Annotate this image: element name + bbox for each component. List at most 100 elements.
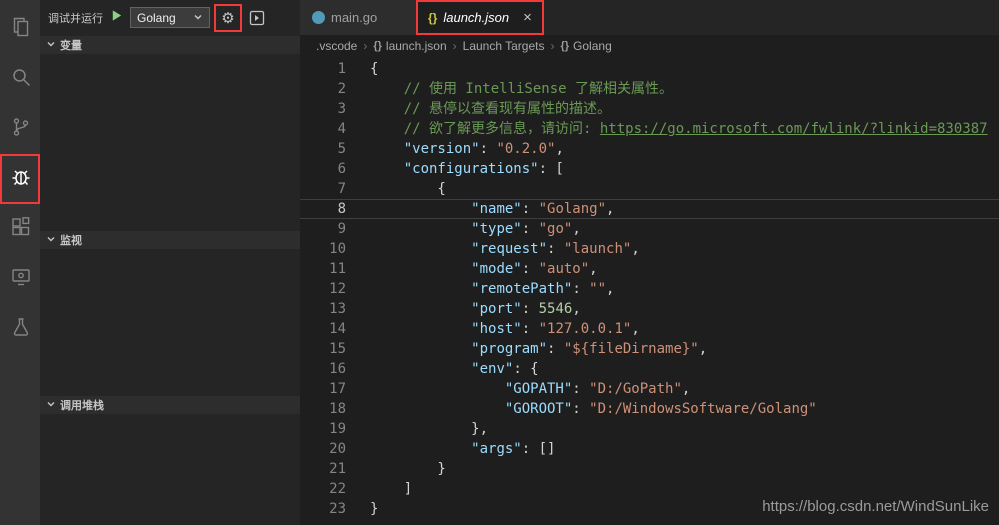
- editor-area: main.go {} launch.json × .vscode › {}launc…: [300, 0, 999, 525]
- section-watch[interactable]: 监视: [40, 231, 300, 249]
- line-number: 20: [300, 439, 346, 459]
- code-text: "args": []: [370, 439, 999, 459]
- line-number: 5: [300, 139, 346, 159]
- line-number: 8: [300, 199, 346, 219]
- code-line-8[interactable]: 8 "name": "Golang",: [300, 199, 999, 219]
- code-line-15[interactable]: 15 "program": "${fileDirname}",: [300, 339, 999, 359]
- play-icon: [110, 9, 123, 27]
- line-number: 12: [300, 279, 346, 299]
- close-icon[interactable]: ×: [523, 9, 532, 26]
- code-line-4[interactable]: 4 // 欲了解更多信息，请访问: https://go.microsoft.c…: [300, 119, 999, 139]
- code-line-14[interactable]: 14 "host": "127.0.0.1",: [300, 319, 999, 339]
- vscode-window: 调试并运行 Golang ⚙ 变量: [0, 0, 999, 525]
- start-debug-button[interactable]: [110, 9, 123, 27]
- breadcrumb-separator: ›: [453, 39, 457, 53]
- code-text: // 使用 IntelliSense 了解相关属性。: [370, 79, 999, 99]
- code-text: "env": {: [370, 359, 999, 379]
- chevron-down-icon: [46, 39, 56, 52]
- activity-item-explorer[interactable]: [0, 4, 40, 54]
- activity-item-run-debug[interactable]: [0, 154, 40, 204]
- line-number: 17: [300, 379, 346, 399]
- activity-item-search[interactable]: [0, 54, 40, 104]
- code-line-11[interactable]: 11 "mode": "auto",: [300, 259, 999, 279]
- code-line-6[interactable]: 6 "configurations": [: [300, 159, 999, 179]
- section-call-stack[interactable]: 调用堆栈: [40, 396, 300, 414]
- chevron-down-icon: [193, 11, 203, 25]
- code-text: "remotePath": "",: [370, 279, 999, 299]
- code-text: // 悬停以查看现有属性的描述。: [370, 99, 999, 119]
- line-number: 6: [300, 159, 346, 179]
- code-line-13[interactable]: 13 "port": 5546,: [300, 299, 999, 319]
- code-line-21[interactable]: 21 }: [300, 459, 999, 479]
- code-line-20[interactable]: 20 "args": []: [300, 439, 999, 459]
- gear-icon[interactable]: ⚙: [217, 7, 239, 29]
- debug-toolbar: 调试并运行 Golang ⚙: [40, 0, 300, 35]
- line-number: 2: [300, 79, 346, 99]
- code-text: ]: [370, 479, 999, 499]
- json-file-icon: {}: [428, 11, 437, 25]
- line-number: 15: [300, 339, 346, 359]
- tab-bar: main.go {} launch.json ×: [300, 0, 999, 35]
- code-text: // 欲了解更多信息，请访问: https://go.microsoft.com…: [370, 119, 999, 139]
- section-call-stack-label: 调用堆栈: [60, 397, 104, 413]
- breadcrumb-separator: ›: [363, 39, 367, 53]
- tab-main-go[interactable]: main.go: [300, 0, 416, 35]
- watermark-url: https://blog.csdn.net/WindSunLike: [762, 498, 989, 515]
- line-number: 11: [300, 259, 346, 279]
- debug-sidebar: 调试并运行 Golang ⚙ 变量: [40, 0, 300, 525]
- activity-item-source-control[interactable]: [0, 104, 40, 154]
- section-variables[interactable]: 变量: [40, 36, 300, 54]
- code-text: }: [370, 459, 999, 479]
- code-line-7[interactable]: 7 {: [300, 179, 999, 199]
- line-number: 21: [300, 459, 346, 479]
- section-watch-label: 监视: [60, 232, 82, 248]
- code-text: "name": "Golang",: [370, 199, 999, 219]
- code-text: "port": 5546,: [370, 299, 999, 319]
- code-line-9[interactable]: 9 "type": "go",: [300, 219, 999, 239]
- tab-launch-json[interactable]: {} launch.json ×: [416, 0, 544, 35]
- code-line-22[interactable]: 22 ]: [300, 479, 999, 499]
- debug-console-icon[interactable]: [246, 7, 268, 29]
- search-icon: [10, 66, 32, 93]
- code-line-19[interactable]: 19 },: [300, 419, 999, 439]
- extensions-icon: [10, 216, 32, 243]
- code-text: },: [370, 419, 999, 439]
- debug-config-value: Golang: [137, 11, 176, 25]
- activity-bar: [0, 0, 40, 525]
- tab-main-go-label: main.go: [331, 10, 377, 25]
- code-line-3[interactable]: 3 // 悬停以查看现有属性的描述。: [300, 99, 999, 119]
- debug-config-dropdown[interactable]: Golang: [130, 7, 210, 28]
- activity-item-remote-explorer[interactable]: [0, 254, 40, 304]
- activity-item-extensions[interactable]: [0, 204, 40, 254]
- source-control-icon: [10, 116, 32, 143]
- code-text: "mode": "auto",: [370, 259, 999, 279]
- breadcrumb-item[interactable]: .vscode: [316, 39, 357, 53]
- line-number: 3: [300, 99, 346, 119]
- debug-view-title: 调试并运行: [48, 10, 103, 26]
- flask-icon: [10, 316, 32, 343]
- code-text: "type": "go",: [370, 219, 999, 239]
- code-line-1[interactable]: 1{: [300, 59, 999, 79]
- code-text: {: [370, 59, 999, 79]
- code-line-18[interactable]: 18 "GOROOT": "D:/WindowsSoftware/Golang": [300, 399, 999, 419]
- line-number: 23: [300, 499, 346, 519]
- code-text: "program": "${fileDirname}",: [370, 339, 999, 359]
- code-line-12[interactable]: 12 "remotePath": "",: [300, 279, 999, 299]
- code-text: "GOROOT": "D:/WindowsSoftware/Golang": [370, 399, 999, 419]
- code-line-10[interactable]: 10 "request": "launch",: [300, 239, 999, 259]
- code-line-17[interactable]: 17 "GOPATH": "D:/GoPath",: [300, 379, 999, 399]
- breadcrumb-item[interactable]: {}Golang: [560, 39, 611, 53]
- code-line-2[interactable]: 2 // 使用 IntelliSense 了解相关属性。: [300, 79, 999, 99]
- breadcrumb-item[interactable]: {}launch.json: [373, 39, 446, 53]
- code-text: "GOPATH": "D:/GoPath",: [370, 379, 999, 399]
- activity-item-testing[interactable]: [0, 304, 40, 354]
- line-number: 1: [300, 59, 346, 79]
- line-number: 9: [300, 219, 346, 239]
- code-line-16[interactable]: 16 "env": {: [300, 359, 999, 379]
- chevron-down-icon: [46, 234, 56, 247]
- editor-code[interactable]: 1{2 // 使用 IntelliSense 了解相关属性。3 // 悬停以查看…: [300, 57, 999, 525]
- json-symbol-icon: {}: [560, 40, 569, 52]
- breadcrumb-item[interactable]: Launch Targets: [463, 39, 545, 53]
- chevron-down-icon: [46, 399, 56, 412]
- code-line-5[interactable]: 5 "version": "0.2.0",: [300, 139, 999, 159]
